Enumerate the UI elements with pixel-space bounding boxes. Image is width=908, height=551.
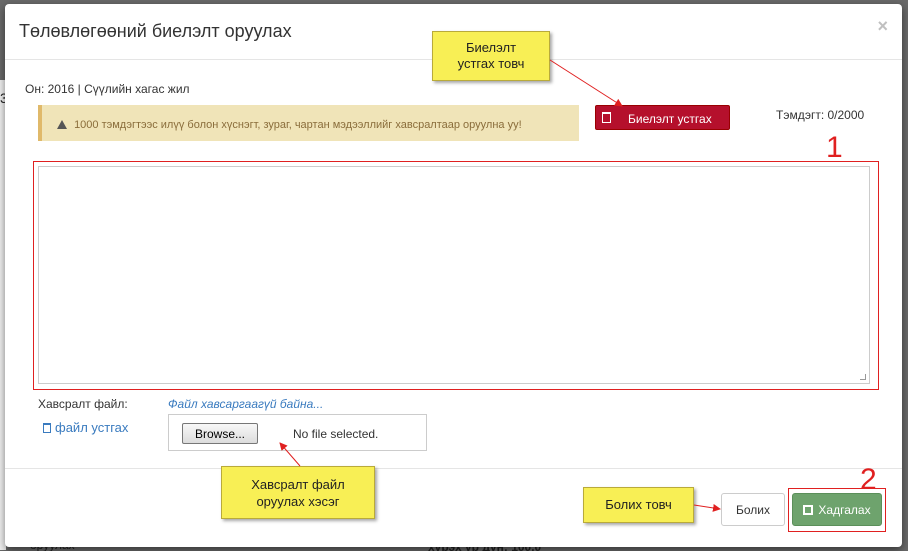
save-label: Хадгалах [818, 502, 871, 517]
warning-icon [57, 120, 67, 129]
warning-alert: 1000 тэмдэгтээс илүү болон хүснэгт, зура… [38, 105, 579, 141]
cancel-button[interactable]: Болих [721, 493, 785, 526]
callout-attach-line2: оруулах хэсэг [256, 494, 340, 509]
trash-icon [43, 423, 51, 433]
modal-title: Төлөвлөгөөний биелэлт оруулах [19, 21, 292, 41]
callout-cancel: Болих товч [583, 487, 694, 523]
callout-delete-line1: Биелэлт [465, 40, 517, 55]
delete-performance-label: Биелэлт устгах [628, 112, 712, 126]
warning-text: 1000 тэмдэгтээс илүү болон хүснэгт, зура… [74, 119, 522, 131]
delete-performance-button[interactable]: Биелэлт устгах [595, 105, 730, 130]
performance-textarea[interactable] [38, 166, 870, 384]
delete-file-link[interactable]: файл устгах [43, 420, 128, 435]
callout-delete-button: Биелэлт устгах товч [432, 31, 550, 81]
year-period-info: Он: 2016 | Сүүлийн хагас жил [25, 82, 190, 96]
marker-one: 1 [826, 131, 843, 164]
browse-button[interactable]: Browse... [182, 423, 258, 444]
marker-two: 2 [860, 463, 877, 496]
callout-attachment: Хавсралт файл оруулах хэсэг [221, 466, 375, 519]
no-attachment-text[interactable]: Файл хавсаргаагүй байна... [168, 397, 323, 411]
resize-grip-icon[interactable] [860, 374, 866, 380]
file-status: No file selected. [293, 427, 379, 441]
callout-delete-line2: устгах товч [457, 56, 525, 71]
delete-file-label: файл устгах [55, 420, 129, 435]
attachment-label: Хавсралт файл: [38, 397, 128, 411]
character-counter: Тэмдэгт: 0/2000 [776, 108, 865, 122]
save-icon [803, 504, 814, 515]
footer-divider [5, 468, 902, 469]
callout-cancel-text: Болих товч [605, 497, 672, 512]
file-input: Browse... No file selected. [168, 414, 427, 451]
modal-dialog: Төлөвлөгөөний биелэлт оруулах × Он: 2016… [5, 4, 902, 547]
callout-attach-line1: Хавсралт файл [251, 477, 345, 492]
save-button[interactable]: Хадгалах [792, 493, 882, 526]
trash-icon [602, 112, 611, 123]
close-icon[interactable]: × [877, 16, 888, 37]
